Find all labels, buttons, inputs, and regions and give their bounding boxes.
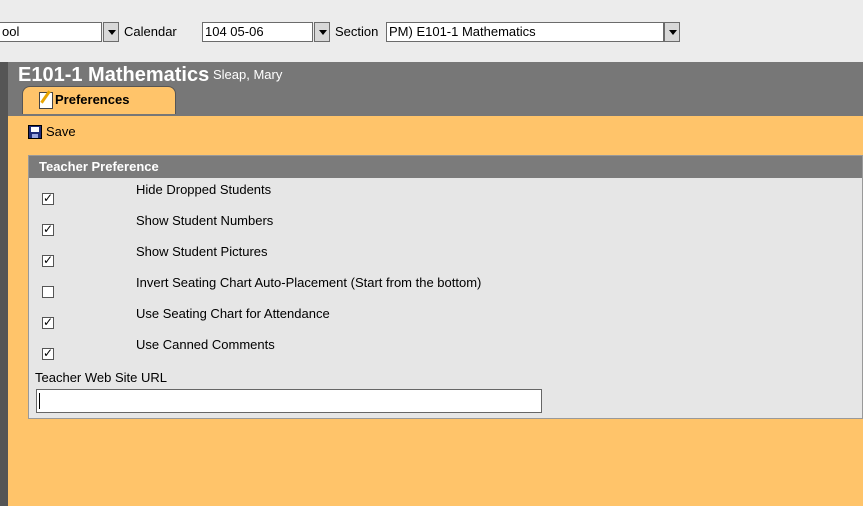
show-student-numbers-checkbox[interactable]: [42, 222, 54, 236]
section-label: Section: [335, 24, 379, 39]
canned-comments-checkbox[interactable]: [42, 346, 54, 360]
edit-note-icon: [39, 92, 53, 109]
tab-preferences[interactable]: Preferences: [22, 86, 176, 114]
canned-comments-label: Use Canned Comments: [136, 337, 275, 352]
text-cursor: [39, 393, 40, 409]
invert-seating-chart-label: Invert Seating Chart Auto-Placement (Sta…: [136, 275, 482, 290]
seating-chart-attendance-checkbox[interactable]: [42, 315, 54, 329]
show-student-numbers-label: Show Student Numbers: [136, 213, 274, 228]
school-select[interactable]: ool: [0, 22, 102, 42]
show-student-pictures-label: Show Student Pictures: [136, 244, 268, 259]
teacher-web-site-url-label: Teacher Web Site URL: [35, 370, 167, 385]
hide-dropped-students-label: Hide Dropped Students: [136, 182, 272, 197]
save-button-label: Save: [46, 124, 76, 139]
panel-header: Teacher Preference: [29, 156, 862, 178]
show-student-pictures-checkbox[interactable]: [42, 253, 54, 267]
left-frame-strip: [0, 62, 8, 506]
page-title: E101-1 Mathematics: [18, 64, 210, 86]
panel-title: Teacher Preference: [39, 159, 159, 174]
tab-preferences-label: Preferences: [55, 92, 130, 107]
calendar-select[interactable]: 104 05-06: [202, 22, 313, 42]
teacher-name: Sleap, Mary: [213, 67, 283, 82]
school-dropdown-arrow-icon[interactable]: [103, 22, 119, 42]
invert-seating-chart-checkbox[interactable]: [42, 286, 54, 298]
section-select[interactable]: PM) E101-1 Mathematics: [386, 22, 664, 42]
seating-chart-attendance-label: Use Seating Chart for Attendance: [136, 306, 330, 321]
calendar-label: Calendar: [124, 24, 177, 39]
context-toolbar: ool Calendar 104 05-06 Section PM) E101-…: [0, 0, 863, 62]
floppy-disk-icon: [28, 125, 42, 139]
hide-dropped-students-checkbox[interactable]: [42, 191, 54, 205]
calendar-dropdown-arrow-icon[interactable]: [314, 22, 330, 42]
teacher-web-site-url-input[interactable]: [36, 389, 542, 413]
section-dropdown-arrow-icon[interactable]: [664, 22, 680, 42]
teacher-preference-panel: Teacher Preference Hide Dropped Students…: [28, 155, 863, 419]
